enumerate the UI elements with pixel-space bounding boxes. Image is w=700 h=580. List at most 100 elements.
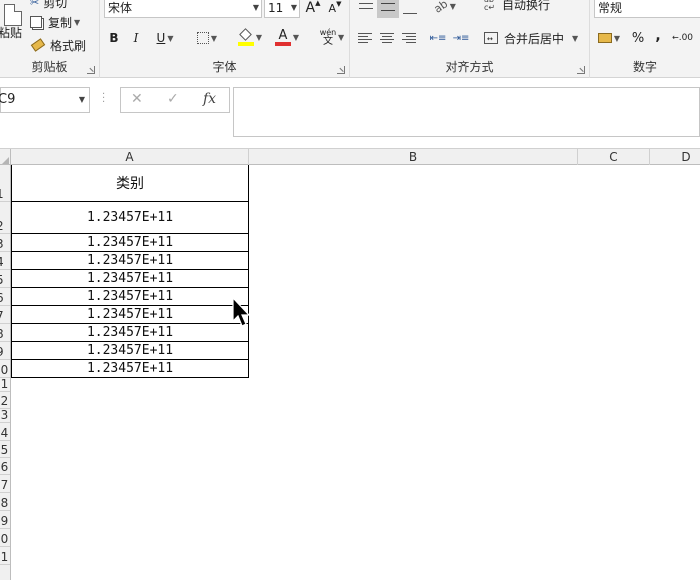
comma-style-button[interactable]: , bbox=[652, 26, 664, 46]
chevron-down-icon[interactable]: ▼ bbox=[572, 34, 578, 43]
select-all-button[interactable] bbox=[0, 149, 11, 165]
font-size-combo[interactable]: 11 ▼ bbox=[264, 0, 300, 18]
wrap-text-button[interactable]: abc↵ 自动换行 bbox=[484, 0, 550, 14]
chevron-down-icon[interactable]: ▼ bbox=[291, 0, 297, 17]
shrink-font-button[interactable]: A ▼ bbox=[327, 0, 343, 18]
cell-value[interactable]: 1.23457E+11 bbox=[11, 306, 249, 324]
decrease-indent-button[interactable]: ⇤≡ bbox=[428, 29, 448, 47]
cell-value[interactable]: 1.23457E+11 bbox=[11, 342, 249, 360]
chevron-down-icon[interactable]: ▼ bbox=[253, 0, 259, 17]
row-header[interactable]: 20 bbox=[0, 529, 10, 547]
font-color-button[interactable]: A ▼ bbox=[270, 26, 304, 48]
align-left-button[interactable] bbox=[356, 29, 374, 47]
increase-decimal-button[interactable]: ←.00 bbox=[672, 28, 700, 48]
bold-button[interactable]: B bbox=[106, 29, 122, 47]
enter-icon[interactable]: ✓ bbox=[167, 91, 179, 107]
row-header[interactable]: 14 bbox=[0, 423, 10, 441]
wrap-text-label: 自动换行 bbox=[502, 0, 551, 12]
chevron-down-icon[interactable]: ▼ bbox=[338, 33, 344, 42]
number-format-combo[interactable]: 常规 bbox=[594, 0, 700, 18]
cell-value[interactable]: 1.23457E+11 bbox=[11, 360, 249, 378]
cell-a1-category-header[interactable]: 类别 bbox=[11, 165, 249, 202]
chevron-down-icon[interactable]: ▼ bbox=[450, 2, 456, 11]
paste-label: 粘贴 bbox=[0, 26, 23, 40]
chevron-down-icon[interactable]: ▼ bbox=[256, 33, 262, 42]
row-header[interactable]: 5 bbox=[0, 270, 10, 288]
alignment-launcher-icon[interactable] bbox=[577, 66, 585, 74]
merge-cells-icon: ↔ bbox=[484, 32, 498, 44]
cell-value[interactable]: 1.23457E+11 bbox=[11, 234, 249, 252]
chevron-down-icon[interactable]: ▼ bbox=[293, 33, 299, 42]
row-header[interactable]: 15 bbox=[0, 441, 10, 458]
column-header-c[interactable]: C bbox=[578, 149, 650, 165]
number-format-value: 常规 bbox=[598, 1, 623, 15]
accounting-format-button[interactable]: ▼ bbox=[594, 28, 624, 48]
cut-button[interactable]: ✂ 剪切 bbox=[30, 0, 67, 10]
row-header[interactable]: 16 bbox=[0, 458, 10, 475]
font-name-combo[interactable]: 宋体 ▼ bbox=[104, 0, 262, 18]
chevron-down-icon[interactable]: ▼ bbox=[167, 34, 173, 43]
chevron-down-icon[interactable]: ▼ bbox=[211, 34, 217, 43]
chevron-down-icon[interactable]: ▼ bbox=[614, 34, 620, 43]
row-header[interactable]: 13 bbox=[0, 409, 10, 423]
borders-button[interactable]: ▼ bbox=[192, 29, 222, 47]
align-bottom-button[interactable] bbox=[400, 0, 420, 18]
border-icon bbox=[196, 32, 209, 44]
font-group: 宋体 ▼ 11 ▼ A ▲ A ▼ B I U ▼ ▼ ▼ A ▼ wén 文 … bbox=[100, 0, 350, 78]
format-painter-label: 格式刷 bbox=[50, 38, 87, 53]
paste-button[interactable]: 粘贴 bbox=[0, 0, 26, 44]
row-header[interactable]: 10 bbox=[0, 360, 10, 378]
row-header[interactable]: 2 bbox=[0, 202, 10, 234]
italic-button[interactable]: I bbox=[128, 29, 144, 47]
chevron-down-icon[interactable]: ▼ bbox=[79, 88, 85, 112]
row-header[interactable]: 6 bbox=[0, 288, 10, 306]
grow-font-button[interactable]: A ▲ bbox=[305, 0, 321, 18]
font-group-label: 字体 bbox=[212, 60, 237, 74]
cancel-icon[interactable]: ✕ bbox=[131, 91, 143, 107]
merge-center-button[interactable]: ↔ 合并后居中 ▼ bbox=[484, 29, 578, 47]
row-header[interactable]: 18 bbox=[0, 493, 10, 511]
cell-value[interactable]: 1.23457E+11 bbox=[11, 324, 249, 342]
formula-input[interactable] bbox=[233, 87, 700, 137]
row-header[interactable]: 3 bbox=[0, 234, 10, 252]
increase-indent-button[interactable]: ⇥≡ bbox=[451, 29, 471, 47]
format-painter-button[interactable]: 格式刷 bbox=[30, 37, 87, 53]
row-header[interactable]: 1 bbox=[0, 165, 10, 202]
paste-icon bbox=[4, 4, 22, 26]
insert-function-icon[interactable]: fx bbox=[203, 91, 216, 107]
copy-dropdown-icon[interactable]: ▼ bbox=[74, 18, 80, 27]
copy-button[interactable]: 复制 ▼ bbox=[30, 14, 80, 30]
font-launcher-icon[interactable] bbox=[337, 66, 345, 74]
grow-font-icon: A bbox=[305, 0, 316, 16]
align-middle-icon bbox=[381, 3, 395, 11]
row-header[interactable]: 9 bbox=[0, 342, 10, 360]
cell-value[interactable]: 1.23457E+11 bbox=[11, 288, 249, 306]
row-header[interactable]: 7 bbox=[0, 306, 10, 324]
clipboard-launcher-icon[interactable] bbox=[87, 66, 95, 74]
column-header-d[interactable]: D bbox=[650, 149, 700, 165]
align-top-button[interactable] bbox=[356, 0, 376, 16]
row-header[interactable]: 8 bbox=[0, 324, 10, 342]
percent-style-button[interactable]: % bbox=[630, 28, 646, 48]
number-group: 常规 ▼ % , ←.00 数字 bbox=[590, 0, 700, 78]
row-header[interactable]: 4 bbox=[0, 252, 10, 270]
row-header[interactable]: 21 bbox=[0, 547, 10, 565]
row-header[interactable]: 19 bbox=[0, 511, 10, 529]
cell-value[interactable]: 1.23457E+11 bbox=[11, 252, 249, 270]
worksheet-grid[interactable]: 类别 1.23457E+11 1.23457E+11 1.23457E+11 1… bbox=[11, 165, 700, 580]
row-header[interactable]: 12 bbox=[0, 392, 10, 409]
fill-color-button[interactable]: ▼ bbox=[233, 26, 267, 48]
align-center-button[interactable] bbox=[378, 29, 396, 47]
column-header-b[interactable]: B bbox=[249, 149, 578, 165]
paintbrush-icon bbox=[30, 38, 46, 52]
name-box[interactable]: C9 ▼ bbox=[0, 87, 90, 113]
cell-value[interactable]: 1.23457E+11 bbox=[11, 202, 249, 234]
row-header[interactable]: 17 bbox=[0, 475, 10, 493]
align-right-button[interactable] bbox=[400, 29, 418, 47]
underline-button[interactable]: U ▼ bbox=[150, 29, 180, 47]
orientation-button[interactable]: ab ▼ bbox=[430, 0, 460, 16]
row-header[interactable]: 11 bbox=[0, 378, 10, 392]
align-middle-button[interactable] bbox=[377, 0, 399, 18]
cell-value[interactable]: 1.23457E+11 bbox=[11, 270, 249, 288]
column-header-a[interactable]: A bbox=[11, 149, 249, 165]
